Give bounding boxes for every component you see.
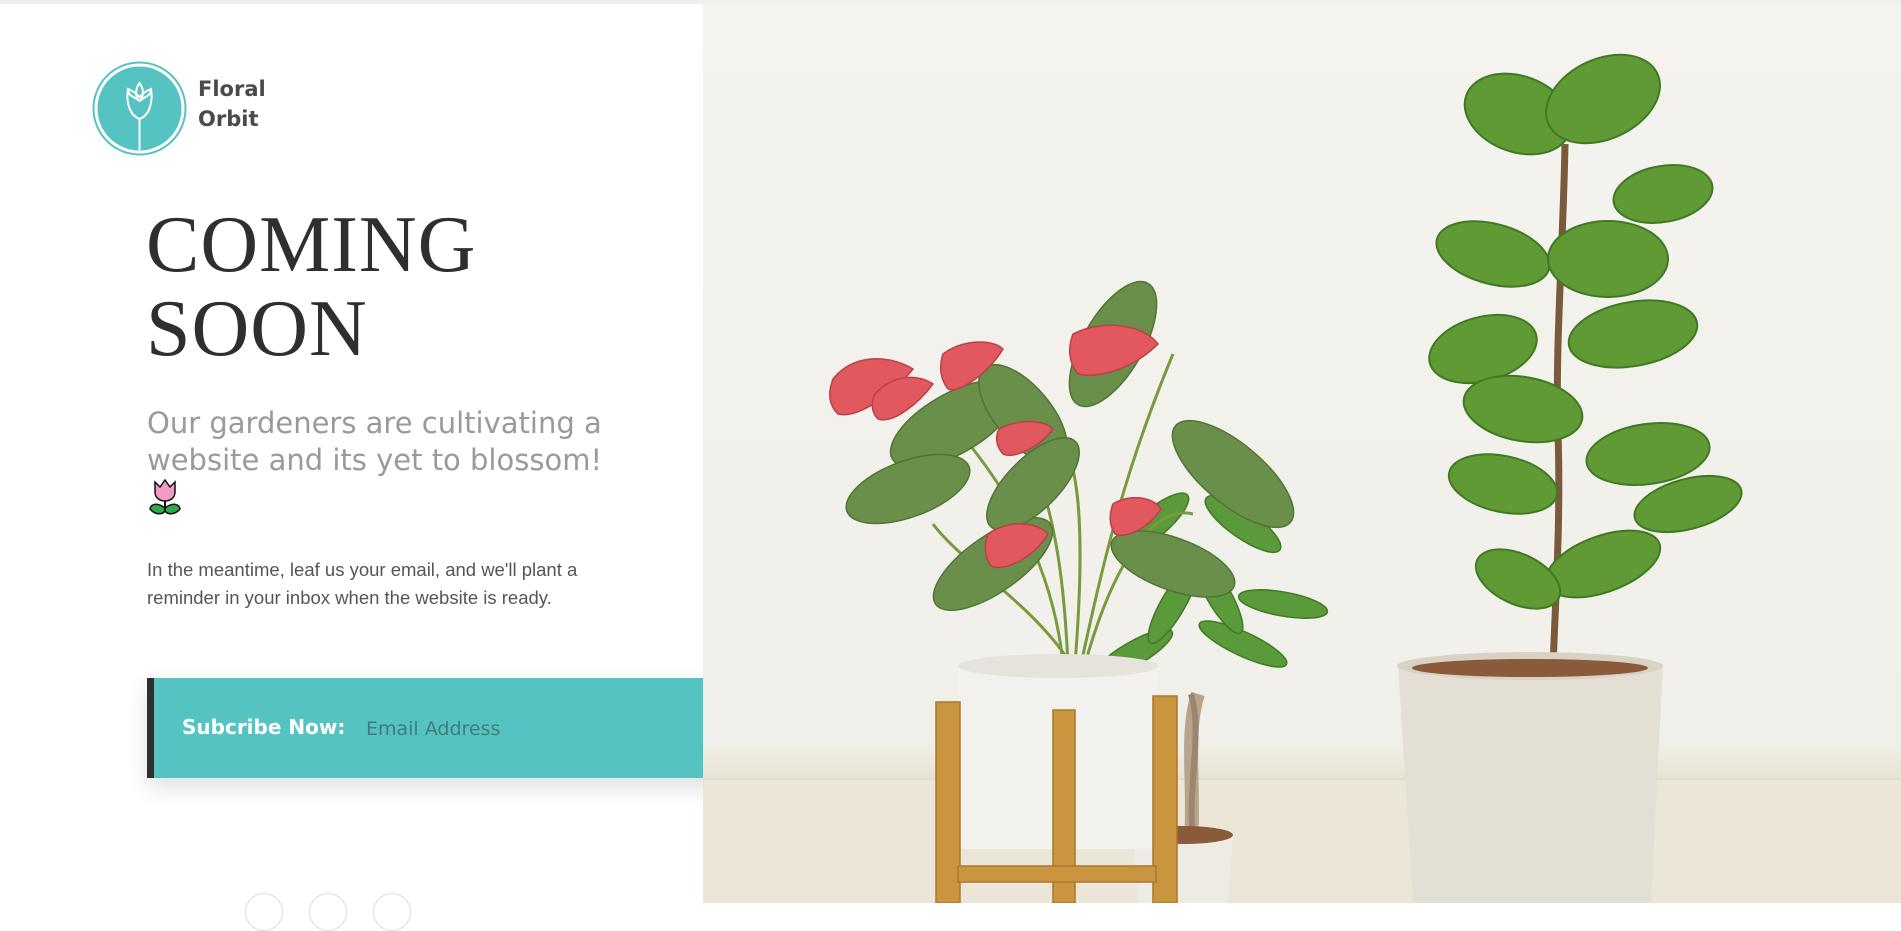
hero-image [703,4,1901,903]
brand-name: Floral Orbit [198,74,266,134]
brand-name-line2: Orbit [198,107,259,131]
social-icon-3[interactable] [373,893,411,931]
brand-name-line1: Floral [198,77,266,101]
page-title-line1: COMING [146,201,477,289]
fiddle-leaf-fig [1397,53,1743,903]
subscribe-form: Subcribe Now: [147,678,778,778]
email-field[interactable] [364,708,698,750]
page-title: COMING SOON [146,203,476,371]
plants-illustration [703,53,1901,903]
subheadline: Our gardeners are cultivating a website … [147,406,603,477]
tulip-emoji-icon [149,478,181,516]
page-title-line2: SOON [146,285,368,373]
brand-logo[interactable] [92,61,187,156]
tulip-icon [92,61,187,156]
social-icon-1[interactable] [245,893,283,931]
description-text: In the meantime, leaf us your email, and… [147,559,578,608]
social-icon-2[interactable] [309,893,347,931]
subscribe-label: Subcribe Now: [182,715,346,739]
